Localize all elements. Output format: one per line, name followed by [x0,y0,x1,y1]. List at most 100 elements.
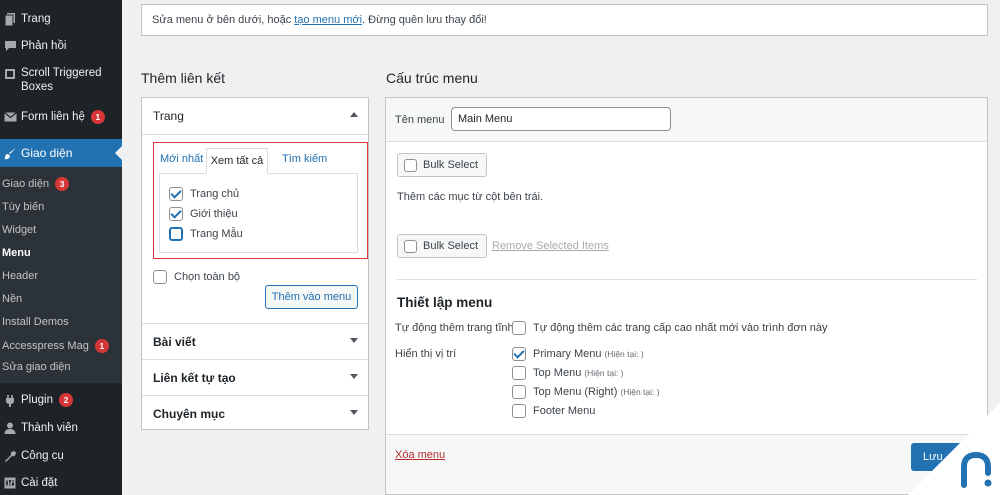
submenu-item-install-demos[interactable]: Install Demos [2,316,69,328]
chevron-down-icon [350,374,358,379]
tab-most-recent[interactable]: Mới nhất [160,153,203,165]
location-primary-menu[interactable]: Primary Menu (Hiện tại: ) [512,347,644,361]
checkbox[interactable] [512,321,526,335]
page-label: Giới thiệu [190,208,238,220]
sidebar-item-label: Form liên hệ [21,111,85,123]
auto-add-option[interactable]: Tự động thêm các trang cấp cao nhất mới … [512,321,828,335]
page-option-about[interactable]: Giới thiệu [169,207,238,221]
menu-name-header: Tên menu Main Menu [386,98,987,142]
chevron-down-icon [350,338,358,343]
submenu-label: Giao diện [2,178,50,190]
notification-badge: 2 [58,393,73,407]
bulk-select-button-bottom[interactable]: Bulk Select [397,234,488,258]
divider [142,134,368,135]
submenu-item-theme-editor[interactable]: Sửa giao diện [2,361,71,373]
custom-links-accordion-header[interactable]: Liên kết tự tạo [142,360,368,396]
page-option-home[interactable]: Trang chủ [169,187,239,201]
posts-accordion-header[interactable]: Bài viết [142,324,368,360]
notice-text: Sửa menu ở bên dưới, hoặc [152,14,292,26]
sidebar-item-users[interactable]: Thành viên [0,419,122,437]
submenu-item-header[interactable]: Header [2,270,38,282]
accordion-title: Liên kết tự tạo [153,371,236,385]
add-links-title: Thêm liên kết [141,70,226,86]
pages-accordion-header[interactable]: Trang [142,98,368,134]
checkbox[interactable] [512,385,526,399]
notification-badge: 1 [94,339,109,353]
sidebar-item-label: Cài đặt [21,477,58,489]
page-option-sample[interactable]: Trang Mẫu [169,227,243,241]
submenu-item-menus[interactable]: Menu [2,247,31,259]
add-to-menu-button[interactable]: Thêm vào menu [265,285,358,309]
divider [397,279,977,280]
menu-structure-title: Cấu trúc menu [386,70,478,86]
sidebar-item-plugins[interactable]: Plugin 2 [0,391,122,409]
settings-icon [0,477,20,489]
wrench-icon [0,450,20,463]
submenu-item-themes[interactable]: Giao diện 3 [2,177,70,191]
select-all-option[interactable]: Chọn toàn bộ [153,270,240,284]
sidebar-item-contact-form[interactable]: Form liên hệ 1 [0,108,122,126]
mail-icon [0,112,20,122]
location-label: Top Menu (Right) [533,386,618,398]
menu-name-label: Tên menu [395,114,445,126]
checkbox[interactable] [169,187,183,201]
checkbox [404,239,417,253]
submenu-label: Tùy biến [2,201,45,213]
checkbox[interactable] [512,347,526,361]
checkbox[interactable] [169,207,183,221]
location-label: Primary Menu [533,348,602,360]
tab-search[interactable]: Tìm kiếm [282,153,327,165]
checkbox[interactable] [512,366,526,380]
box-icon [0,68,20,80]
menu-settings-title: Thiết lập menu [397,295,493,310]
sidebar-item-label: Thành viên [21,422,78,434]
checkbox [404,158,417,172]
submenu-item-widgets[interactable]: Widget [2,224,36,236]
categories-accordion-header[interactable]: Chuyên mục [142,396,368,432]
add-links-panel: Trang Mới nhất Xem tất cả Tìm kiếm Trang… [141,97,369,430]
location-top-menu[interactable]: Top Menu (Hiện tại: ) [512,366,624,380]
plugin-icon [0,394,20,407]
delete-menu-link[interactable]: Xóa menu [395,449,445,461]
sidebar-item-comments[interactable]: Phản hồi [0,37,122,55]
submenu-label: Accesspress Mag [2,340,89,352]
location-note: (Hiện tại: ) [604,349,644,359]
submenu-item-customize[interactable]: Tùy biến [2,201,44,213]
checkbox[interactable] [169,227,183,241]
comment-icon [0,40,20,52]
tab-view-all[interactable]: Xem tất cả [206,148,268,174]
brush-icon [0,147,20,160]
remove-selected-link[interactable]: Remove Selected Items [492,240,609,252]
sidebar-item-pages[interactable]: Trang [0,10,122,28]
accordion-title: Chuyên mục [153,407,226,421]
bulk-select-button[interactable]: Bulk Select [397,153,488,177]
submenu-item-background[interactable]: Nền [2,293,22,305]
sidebar-item-appearance[interactable]: Giao diện [0,139,122,167]
checkbox[interactable] [512,404,526,418]
pages-checklist: Trang chủ Giới thiệu Trang Mẫu [159,173,358,253]
display-location-label: Hiển thị vị trí [395,348,457,360]
sidebar-item-scroll-boxes[interactable]: Scroll Triggered Boxes [0,66,122,96]
location-label: Footer Menu [533,405,596,417]
select-all-label: Chọn toàn bộ [174,271,241,283]
sidebar-item-label: Scroll Triggered Boxes [21,67,102,93]
location-note: (Hiện tại: ) [620,387,660,397]
create-new-menu-link[interactable]: tạo menu mới [294,14,362,26]
page-label: Trang chủ [190,188,240,200]
sidebar-item-tools[interactable]: Công cụ [0,447,122,465]
sidebar-item-label: Plugin [21,394,53,406]
sidebar-item-settings[interactable]: Cài đặt [0,474,122,492]
location-footer-menu[interactable]: Footer Menu [512,404,595,418]
menu-name-input[interactable]: Main Menu [451,107,671,131]
location-top-menu-right[interactable]: Top Menu (Right) (Hiện tại: ) [512,385,660,399]
menu-structure-panel: Tên menu Main Menu Bulk Select Thêm các … [385,97,988,495]
bulk-select-label: Bulk Select [423,240,479,252]
checkbox[interactable] [153,270,167,284]
submenu-item-accesspress[interactable]: Accesspress Mag 1 [2,339,109,353]
sidebar-item-label: Phản hồi [21,40,67,52]
user-icon [0,422,20,434]
sidebar-item-label: Trang [21,13,51,25]
submenu-label: Widget [2,224,37,236]
auto-add-option-label: Tự động thêm các trang cấp cao nhất mới … [533,322,828,334]
accordion-title: Trang [153,109,184,123]
